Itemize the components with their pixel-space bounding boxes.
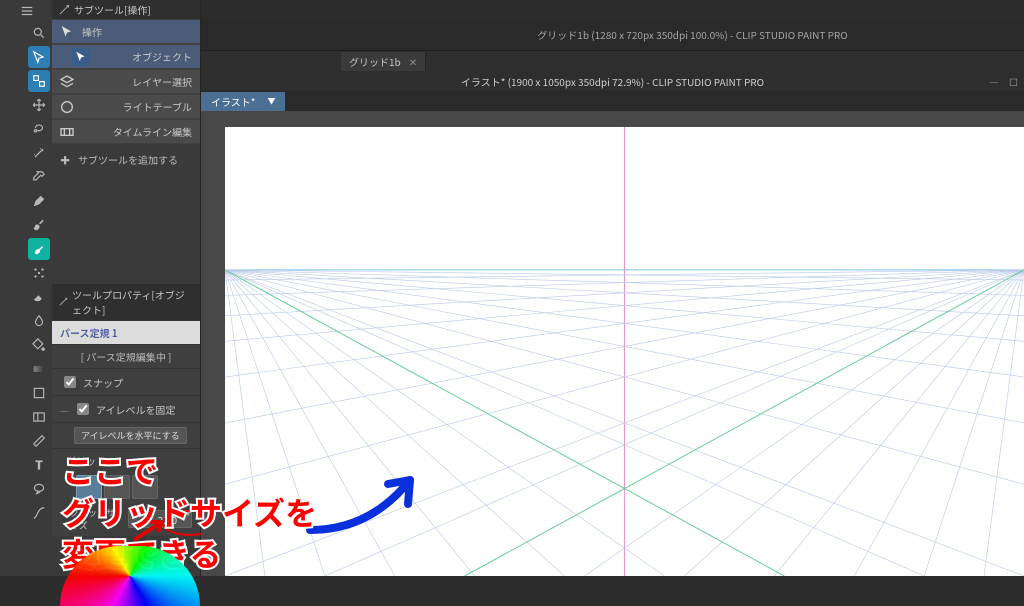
annotation-line2: グリッドサイズを (62, 492, 317, 534)
tab-label: イラスト* (211, 94, 255, 109)
subtool-label: オブジェクト (132, 49, 192, 64)
layers-icon (58, 73, 76, 91)
annotation-line1: ここで (62, 450, 317, 492)
tab-label: グリッド1b (349, 54, 401, 69)
maximize-icon[interactable]: ☐ (1009, 74, 1018, 89)
tool-property-header: ツールプロパティ[オブジェクト] (52, 284, 200, 320)
perspective-ruler-name: パース定規 1 (52, 320, 200, 344)
frame-tool[interactable] (28, 406, 50, 428)
object-tool[interactable] (28, 70, 50, 92)
foreground-window-titlebar: イラスト* (1900 x 1050px 350dpi 72.9%) - CLI… (201, 71, 1024, 91)
ruler-tool[interactable] (28, 430, 50, 452)
editing-state: [ パース定規編集中 ] (52, 344, 200, 368)
eyelevel-horizontal-button[interactable]: アイレベルを水平にする (74, 427, 187, 444)
cursor-icon (58, 23, 76, 41)
blend-tool[interactable] (28, 310, 50, 332)
gradient-tool[interactable] (28, 358, 50, 380)
fix-eyelevel-row[interactable]: — アイレベルを固定 (52, 395, 200, 422)
balloon-tool[interactable] (28, 478, 50, 500)
plus-icon: ✚ (60, 152, 70, 167)
snap-label: スナップ (83, 375, 123, 390)
minimize-icon[interactable]: ― (989, 74, 999, 89)
subtool-label: 操作 (82, 24, 102, 39)
eraser-tool[interactable] (28, 286, 50, 308)
dot-tool[interactable] (28, 262, 50, 284)
subtool-title: サブツール[操作] (74, 2, 151, 17)
subtool-label: タイムライン編集 (113, 124, 192, 139)
annotation-arrow-blue (300, 460, 440, 540)
fix-eyelevel-label: アイレベルを固定 (96, 402, 176, 417)
subtool-timeline[interactable]: タイムライン編集 (52, 120, 200, 143)
editing-label: [ パース定規編集中 ] (81, 349, 172, 364)
brush-tool[interactable] (28, 214, 50, 236)
subtool-header: サブツール[操作] (52, 0, 200, 19)
background-window-titlebar: グリッド1b (1280 x 720px 350dpi 100.0%) - CL… (201, 18, 1024, 51)
background-tab[interactable]: グリッド1b ✕ (341, 52, 426, 71)
pen-tool[interactable] (28, 190, 50, 212)
ruler-name-label: パース定規 1 (60, 325, 118, 340)
foreground-tabstrip: イラスト* ▼ (201, 91, 1024, 111)
close-icon[interactable]: ✕ (409, 54, 417, 69)
eyedropper-tool[interactable] (28, 166, 50, 188)
subtool-label: ライトテーブル (123, 99, 192, 114)
tab-dropdown-icon[interactable]: ▼ (267, 96, 275, 107)
move-tool[interactable] (28, 94, 50, 116)
eyelevel-horizontal-row: アイレベルを水平にする (52, 422, 200, 448)
subtool-operation[interactable]: 操作 (52, 20, 200, 43)
airbrush-tool[interactable] (28, 238, 50, 260)
tool-property-title: ツールプロパティ[オブジェクト] (72, 287, 194, 317)
menu-icon[interactable] (18, 2, 36, 20)
subtool-light-table[interactable]: ライトテーブル (52, 95, 200, 118)
fill-tool[interactable] (28, 334, 50, 356)
operation-tool[interactable] (28, 46, 50, 68)
lasso-tool[interactable] (28, 118, 50, 140)
background-tabstrip: グリッド1b ✕ (201, 51, 1024, 71)
correct-tool[interactable] (28, 502, 50, 524)
add-subtool-button[interactable]: ✚ サブツールを追加する (52, 144, 200, 175)
foreground-tab[interactable]: イラスト* ▼ (201, 92, 285, 111)
subtool-object[interactable]: オブジェクト (52, 45, 200, 68)
subtool-label: レイヤー選択 (132, 74, 192, 89)
fix-eyelevel-checkbox[interactable] (77, 403, 89, 415)
timeline-icon (58, 123, 76, 141)
snap-checkbox[interactable] (64, 376, 76, 388)
toolbar (0, 0, 52, 576)
object-icon (72, 48, 90, 66)
lighttable-icon (58, 98, 76, 116)
snap-row[interactable]: スナップ (52, 368, 200, 395)
add-subtool-label: サブツールを追加する (78, 152, 178, 167)
magnifier-tool[interactable] (28, 22, 50, 44)
wand-tool[interactable] (28, 142, 50, 164)
foreground-window-title: イラスト* (1900 x 1050px 350dpi 72.9%) - CLI… (461, 74, 764, 89)
subtool-layer-select[interactable]: レイヤー選択 (52, 70, 200, 93)
text-tool[interactable] (28, 454, 50, 476)
shape-tool[interactable] (28, 382, 50, 404)
background-window-title: グリッド1b (1280 x 720px 350dpi 100.0%) - CL… (361, 27, 1024, 42)
